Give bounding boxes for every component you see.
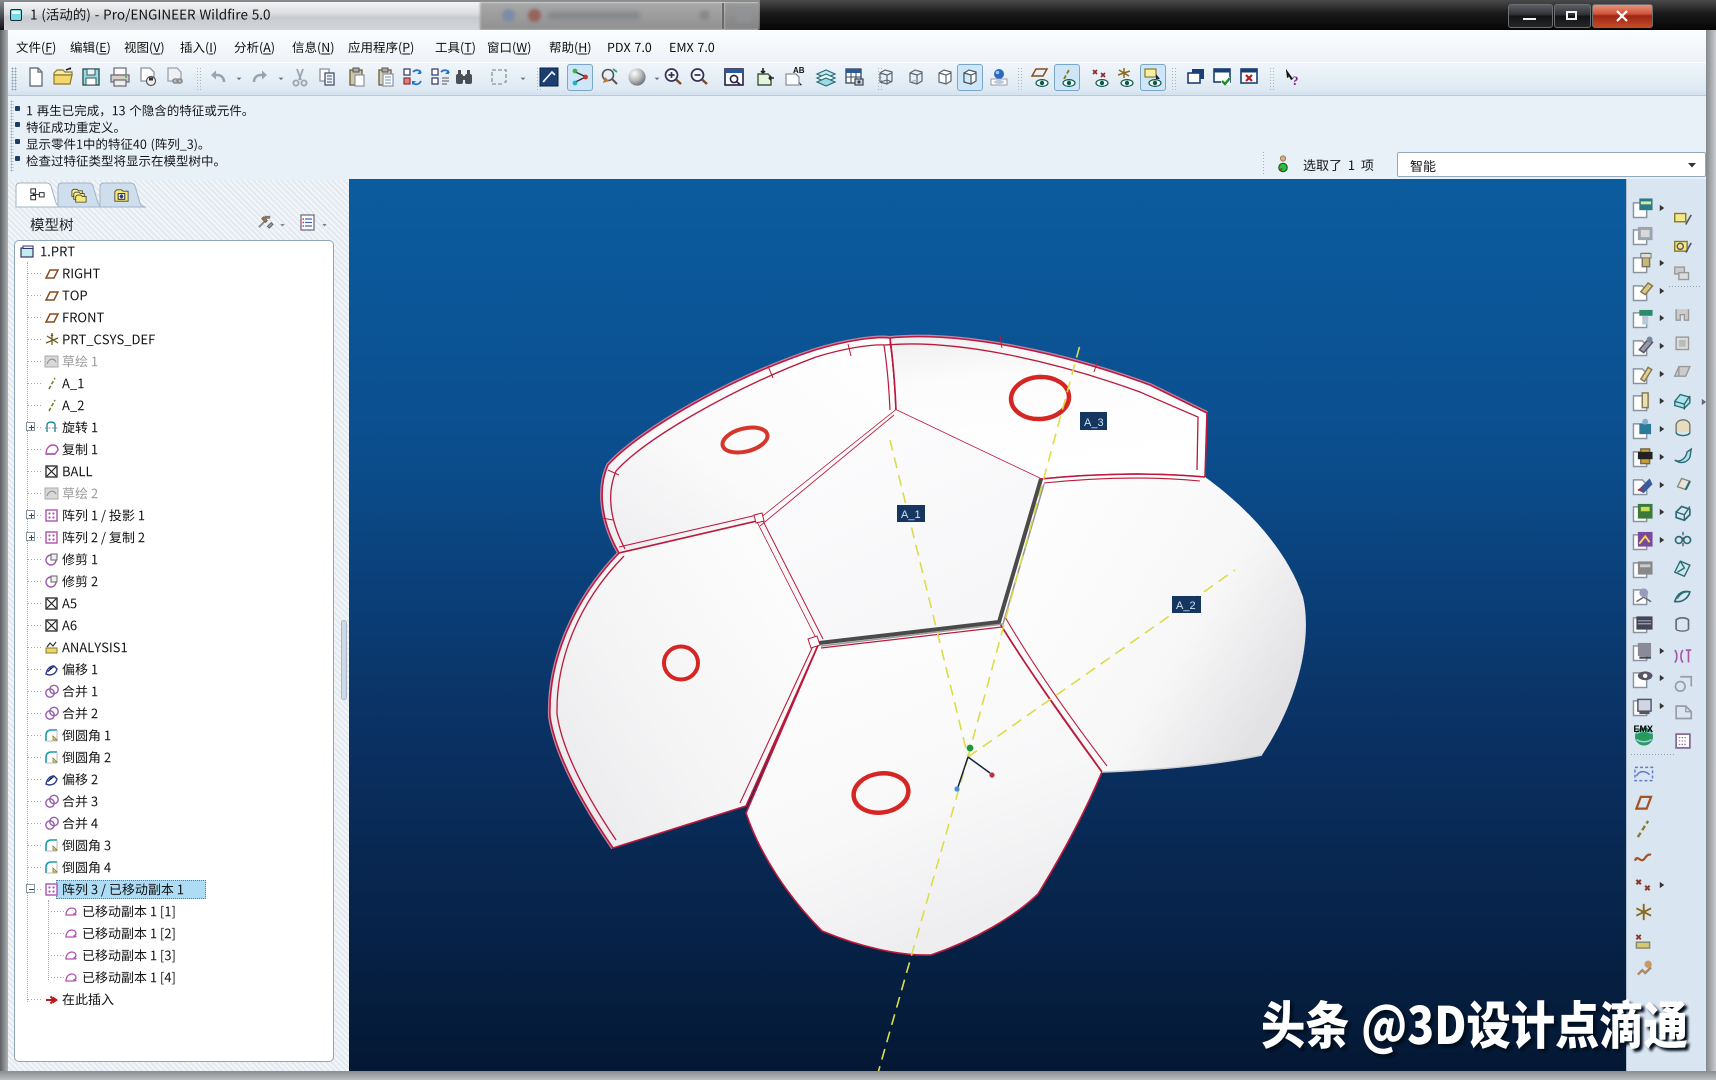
svg-text:A_2: A_2 [1176, 600, 1196, 612]
svg-text:?: ? [1292, 73, 1299, 88]
svg-text:AB: AB [793, 66, 805, 75]
svg-text:A_1: A_1 [901, 509, 921, 521]
svg-text:EMX: EMX [1634, 724, 1654, 734]
svg-text:A_3: A_3 [1084, 417, 1104, 429]
